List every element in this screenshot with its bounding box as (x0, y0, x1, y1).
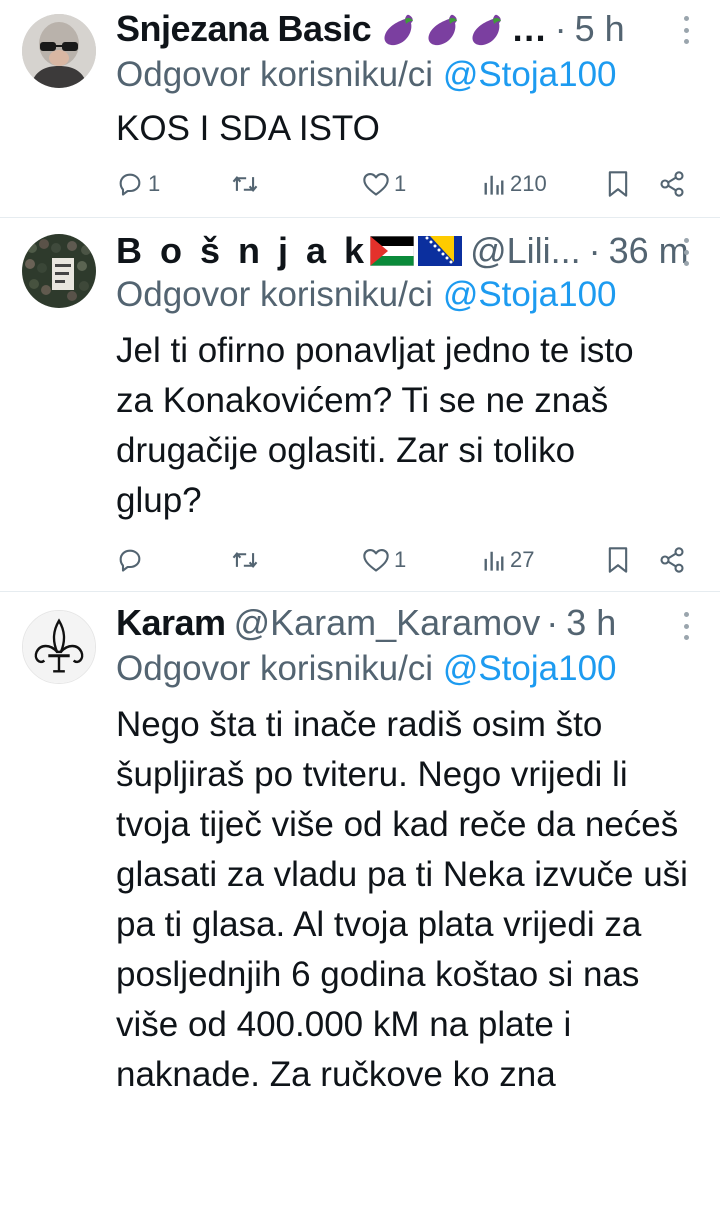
retweet-button[interactable] (230, 540, 260, 580)
views-icon (484, 551, 504, 571)
views-button[interactable]: 210 (482, 164, 547, 204)
tweet-2[interactable]: B o š n j a k @Lili... · 36 m Odgovor ko… (0, 218, 720, 590)
views-count: 27 (510, 547, 535, 572)
tweet-3[interactable]: Karam @Karam_Karamov · 3 h Odgovor koris… (0, 592, 720, 1206)
timestamp[interactable]: 36 m (609, 226, 689, 276)
share-button[interactable] (658, 540, 686, 580)
reply-icon (119, 173, 141, 196)
mention-link[interactable]: @Stoja100 (443, 55, 617, 94)
separator-dot: · (588, 230, 601, 271)
tweet-text: Nego šta ti inače radiš osim što šupljir… (116, 705, 688, 1094)
mention-link[interactable]: @Stoja100 (443, 275, 617, 314)
more-icon[interactable] (682, 16, 690, 44)
tweet-1[interactable]: Snjezana Basic … · 5 h Odgovor korisniku… (0, 0, 720, 216)
like-button[interactable]: 1 (362, 164, 406, 204)
share-icon (660, 171, 684, 197)
emoji-ellipsis: … (511, 8, 547, 49)
palestine-flag-icon (370, 236, 415, 266)
like-button[interactable]: 1 (362, 540, 406, 580)
bookmark-icon (608, 171, 628, 197)
user-handle[interactable]: @Lili... (470, 226, 581, 276)
avatar-snjezana[interactable] (22, 14, 96, 88)
views-icon (484, 175, 504, 195)
retweet-button[interactable] (230, 164, 260, 204)
share-icon (660, 547, 684, 573)
separator-dot: · (554, 8, 567, 49)
display-name[interactable]: Snjezana Basic (116, 4, 372, 54)
mention-link[interactable]: @Stoja100 (443, 649, 617, 688)
reply-context: Odgovor korisniku/ci @Stoja100 (116, 272, 617, 318)
like-icon (363, 549, 389, 572)
reply-count: 1 (148, 171, 161, 196)
views-button[interactable]: 27 (482, 540, 534, 580)
bookmark-icon (608, 547, 628, 573)
avatar-karam[interactable] (22, 610, 96, 684)
retweet-icon (232, 552, 258, 568)
eggplant-icon (472, 14, 502, 46)
reply-prefix: Odgovor korisniku/ci (116, 649, 434, 688)
more-icon[interactable] (682, 238, 690, 266)
timestamp[interactable]: 5 h (575, 4, 625, 54)
reply-prefix: Odgovor korisniku/ci (116, 275, 434, 314)
tweet-header: Snjezana Basic … · 5 h (116, 4, 690, 54)
tweet-text: KOS I SDA ISTO (116, 109, 380, 148)
bookmark-button[interactable] (606, 540, 630, 580)
eggplant-icon (428, 14, 458, 46)
like-count: 1 (394, 171, 407, 196)
display-name[interactable]: B o š n j a k (116, 226, 368, 276)
reply-button[interactable]: 1 (116, 164, 160, 204)
reply-context: Odgovor korisniku/ci @Stoja100 (116, 646, 617, 692)
like-icon (363, 173, 389, 196)
bosnia-flag-icon (418, 236, 463, 266)
user-handle[interactable]: @Karam_Karamov (234, 598, 541, 648)
eggplant-icon (384, 14, 414, 46)
timestamp[interactable]: 3 h (566, 598, 616, 648)
tweet-text: Jel ti ofirno ponavljat jedno te isto za… (116, 331, 634, 520)
eggplant-emojis: … (379, 4, 547, 54)
fleur-de-lis-icon (23, 611, 95, 683)
share-button[interactable] (658, 164, 686, 204)
reply-icon (119, 549, 141, 572)
reply-context: Odgovor korisniku/ci @Stoja100 (116, 52, 617, 98)
reply-prefix: Odgovor korisniku/ci (116, 55, 434, 94)
separator-dot: · (546, 602, 559, 643)
avatar-bosnjak[interactable] (22, 234, 96, 308)
reply-button[interactable] (116, 540, 148, 580)
retweet-icon (232, 176, 258, 192)
views-count: 210 (510, 171, 547, 196)
action-bar: 1 1 210 (116, 164, 696, 204)
flag-emojis (370, 236, 463, 266)
tweet-header: B o š n j a k @Lili... · 36 m (116, 226, 690, 276)
more-icon[interactable] (682, 612, 690, 640)
like-count: 1 (394, 547, 407, 572)
display-name[interactable]: Karam (116, 598, 226, 648)
bookmark-button[interactable] (606, 164, 630, 204)
action-bar: 1 27 (116, 540, 696, 580)
tweet-header: Karam @Karam_Karamov · 3 h (116, 598, 690, 648)
